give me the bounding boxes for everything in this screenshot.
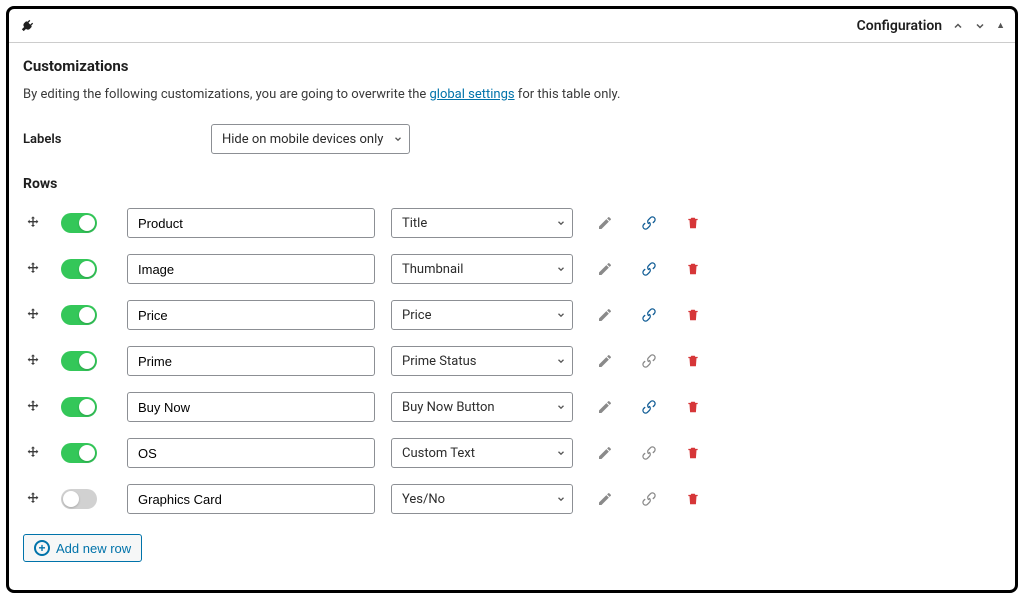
row-label-input[interactable] — [127, 438, 375, 468]
row-type-select[interactable]: Price — [391, 300, 573, 330]
trash-icon[interactable] — [681, 262, 705, 276]
table-row: Title — [23, 208, 1001, 238]
edit-icon[interactable] — [593, 445, 617, 461]
collapse-down-icon[interactable] — [974, 20, 986, 32]
move-handle-icon[interactable] — [23, 261, 43, 277]
plug-icon — [19, 18, 35, 34]
panel-header: Configuration ▲ — [9, 9, 1015, 43]
link-icon[interactable] — [637, 353, 661, 369]
table-row: Buy Now Button — [23, 392, 1001, 422]
row-type-select[interactable]: Prime Status — [391, 346, 573, 376]
trash-icon[interactable] — [681, 354, 705, 368]
edit-icon[interactable] — [593, 353, 617, 369]
customizations-title: Customizations — [23, 57, 1001, 75]
link-icon[interactable] — [637, 399, 661, 415]
move-handle-icon[interactable] — [23, 491, 43, 507]
row-label-input[interactable] — [127, 300, 375, 330]
enable-toggle[interactable] — [61, 259, 97, 279]
link-icon[interactable] — [637, 307, 661, 323]
collapse-up-icon[interactable] — [952, 20, 964, 32]
edit-icon[interactable] — [593, 399, 617, 415]
trash-icon[interactable] — [681, 400, 705, 414]
trash-icon[interactable] — [681, 492, 705, 506]
edit-icon[interactable] — [593, 261, 617, 277]
enable-toggle[interactable] — [61, 213, 97, 233]
panel-toggle-icon[interactable]: ▲ — [996, 20, 1005, 31]
row-label-input[interactable] — [127, 254, 375, 284]
chevron-down-icon — [556, 310, 566, 320]
move-handle-icon[interactable] — [23, 353, 43, 369]
labels-row: Labels Hide on mobile devices only — [23, 124, 1001, 154]
move-handle-icon[interactable] — [23, 215, 43, 231]
chevron-down-icon — [556, 356, 566, 366]
enable-toggle[interactable] — [61, 489, 97, 509]
link-icon[interactable] — [637, 215, 661, 231]
move-handle-icon[interactable] — [23, 307, 43, 323]
chevron-down-icon — [556, 264, 566, 274]
chevron-down-icon — [556, 218, 566, 228]
row-type-select[interactable]: Yes/No — [391, 484, 573, 514]
link-icon[interactable] — [637, 445, 661, 461]
row-type-select[interactable]: Buy Now Button — [391, 392, 573, 422]
chevron-down-icon — [556, 448, 566, 458]
row-label-input[interactable] — [127, 346, 375, 376]
global-settings-link[interactable]: global settings — [429, 87, 514, 102]
customizations-description: By editing the following customizations,… — [23, 87, 1001, 102]
trash-icon[interactable] — [681, 216, 705, 230]
enable-toggle[interactable] — [61, 397, 97, 417]
move-handle-icon[interactable] — [23, 399, 43, 415]
row-label-input[interactable] — [127, 484, 375, 514]
move-handle-icon[interactable] — [23, 445, 43, 461]
labels-field-label: Labels — [23, 132, 211, 147]
add-new-row-button[interactable]: + Add new row — [23, 534, 142, 562]
table-row: Thumbnail — [23, 254, 1001, 284]
row-label-input[interactable] — [127, 208, 375, 238]
enable-toggle[interactable] — [61, 443, 97, 463]
row-type-select[interactable]: Custom Text — [391, 438, 573, 468]
table-row: Price — [23, 300, 1001, 330]
enable-toggle[interactable] — [61, 351, 97, 371]
labels-select[interactable]: Hide on mobile devices only — [211, 124, 410, 154]
table-row: Yes/No — [23, 484, 1001, 514]
edit-icon[interactable] — [593, 491, 617, 507]
rows-heading: Rows — [23, 176, 1001, 192]
link-icon[interactable] — [637, 491, 661, 507]
chevron-down-icon — [556, 402, 566, 412]
row-label-input[interactable] — [127, 392, 375, 422]
chevron-down-icon — [556, 494, 566, 504]
row-type-select[interactable]: Title — [391, 208, 573, 238]
table-row: Prime Status — [23, 346, 1001, 376]
trash-icon[interactable] — [681, 446, 705, 460]
config-label[interactable]: Configuration — [857, 18, 942, 34]
row-type-select[interactable]: Thumbnail — [391, 254, 573, 284]
edit-icon[interactable] — [593, 307, 617, 323]
table-row: Custom Text — [23, 438, 1001, 468]
plus-circle-icon: + — [34, 540, 50, 556]
trash-icon[interactable] — [681, 308, 705, 322]
edit-icon[interactable] — [593, 215, 617, 231]
link-icon[interactable] — [637, 261, 661, 277]
enable-toggle[interactable] — [61, 305, 97, 325]
chevron-down-icon — [393, 134, 403, 144]
